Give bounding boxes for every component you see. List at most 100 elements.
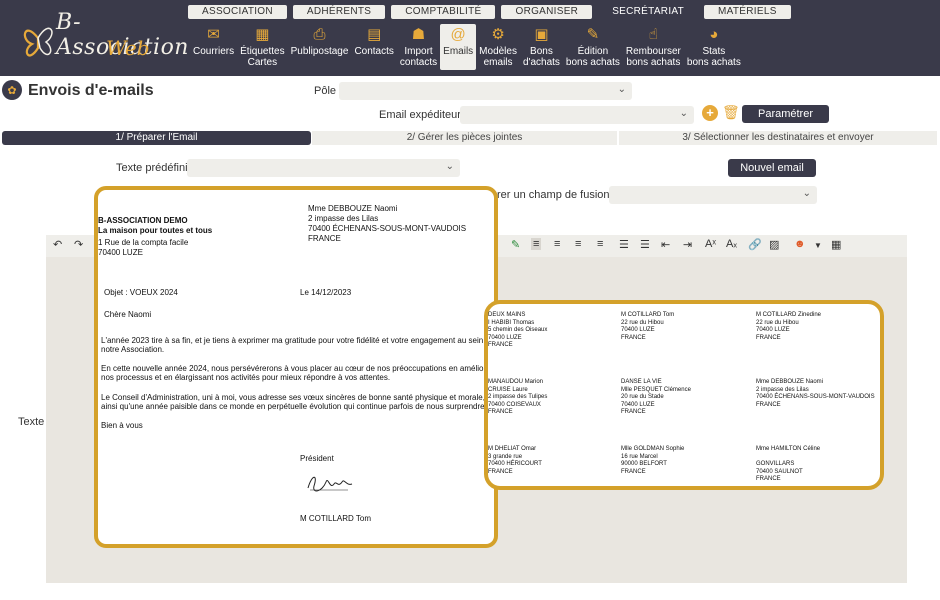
tool-label: d'achats xyxy=(522,57,560,68)
letter-paragraph: nos processus et en élargissant nos acti… xyxy=(101,373,391,382)
tool-label: Édition xyxy=(577,46,609,57)
align-justify-icon[interactable]: ≡ xyxy=(597,238,603,250)
sender-email-select[interactable]: ⌄ xyxy=(460,106,694,124)
sender-tagline: La maison pour toutes et tous xyxy=(98,226,213,235)
recipient-line: FRANCE xyxy=(308,234,341,243)
step-attachments[interactable]: 2/ Gérer les pièces jointes xyxy=(312,131,617,145)
grid-icon: ▦ xyxy=(255,25,270,43)
printer-icon: ⎙ xyxy=(313,25,326,43)
address-label: DANSE LA VIE Mlle PESQUET Clémence 20 ru… xyxy=(621,379,691,416)
tool-publipostage[interactable]: ⎙ Publipostage xyxy=(288,24,352,70)
settings-button[interactable]: Paramétrer xyxy=(742,105,829,123)
trash-icon[interactable]: 🗑 xyxy=(722,104,740,120)
align-center-icon[interactable]: ≡ xyxy=(554,238,560,250)
letter-date: Le 14/12/2023 xyxy=(300,288,352,297)
chevron-down-icon: ⌄ xyxy=(617,84,626,95)
address-label: Mme DEBBOUZE Naomi 2 impasse des Lilas 7… xyxy=(756,379,875,408)
chevron-down-icon: ⌄ xyxy=(679,108,688,119)
sender-name: B-ASSOCIATION DEMO xyxy=(98,216,188,225)
app-logo[interactable]: B-Association Web xyxy=(18,6,188,70)
letter-paragraph: ainsi qu'une année paisible dans ce mond… xyxy=(101,402,487,411)
recipient-line: 70400 ÉCHENANS-SOUS-MONT-VAUDOIS xyxy=(308,224,467,233)
logo-subtitle: Web xyxy=(106,36,150,60)
pie-chart-icon: ◕ xyxy=(709,25,719,43)
tool-bons-achats[interactable]: ▣ Bons d'achats xyxy=(520,24,563,70)
signer-role: Président xyxy=(300,454,334,463)
text-color-icon[interactable]: ✎ xyxy=(511,238,520,251)
tool-import-contacts[interactable]: ☗ Import contacts xyxy=(397,24,440,70)
link-icon[interactable]: 🔗 xyxy=(748,238,762,251)
page-title: Envois d'e-mails xyxy=(28,82,154,99)
align-right-icon[interactable]: ≡ xyxy=(575,238,581,250)
address-label: DEUX MAINS I HABIBI Thomas 5 chemin des … xyxy=(488,312,548,349)
emoji-icon[interactable]: ☻ xyxy=(794,238,806,250)
contact-card-icon: ▤ xyxy=(367,25,382,43)
new-email-button[interactable]: Nouvel email xyxy=(728,159,816,177)
tool-contacts[interactable]: ▤ Contacts xyxy=(351,24,396,70)
address-label: Mlle GOLDMAN Sophie 16 rue Marcel 90000 … xyxy=(621,446,685,475)
sender-city: 70400 LUZE xyxy=(98,248,143,257)
tool-edition-bons-achats[interactable]: ✎ Édition bons achats xyxy=(563,24,623,70)
signature-image xyxy=(307,476,353,492)
text-field-label: Texte xyxy=(18,416,45,428)
predefined-text-label: Texte prédéfini xyxy=(116,162,188,174)
letter-subject: Objet : VOEUX 2024 xyxy=(104,288,178,297)
page-logo-icon: ✿ xyxy=(2,80,22,100)
tool-courriers[interactable]: ✉ Courriers xyxy=(190,24,237,70)
table-icon[interactable]: ▦ xyxy=(831,238,841,251)
letter-preview: Mme DEBBOUZE Naomi 2 impasse des Lilas 7… xyxy=(94,186,498,548)
butterfly-logo-icon xyxy=(23,27,53,57)
tool-rembourser-bons-achats[interactable]: ☝ Rembourser bons achats xyxy=(623,24,684,70)
tab-association[interactable]: ASSOCIATION xyxy=(188,5,287,19)
tool-label: Emails xyxy=(443,46,474,57)
tool-label: contacts xyxy=(399,57,438,68)
tool-label: Publipostage xyxy=(290,46,349,57)
wizard-steps: 1/ Préparer l'Email 2/ Gérer les pièces … xyxy=(0,131,940,145)
bullet-list-icon[interactable]: ☰ xyxy=(640,238,650,251)
add-sender-button[interactable]: + xyxy=(702,105,718,121)
step-prepare-email[interactable]: 1/ Préparer l'Email xyxy=(2,131,311,145)
undo-icon[interactable]: ↶ xyxy=(53,238,62,251)
pole-select[interactable]: ⌄ xyxy=(339,82,632,100)
tool-label: Courriers xyxy=(193,46,235,57)
merge-field-label: rer un champ de fusion xyxy=(497,189,610,201)
tab-materiels[interactable]: MATÉRIELS xyxy=(704,5,791,19)
image-icon[interactable]: ▨ xyxy=(769,238,779,251)
pole-label: Pôle xyxy=(314,85,337,97)
add-user-icon: ☗ xyxy=(411,25,426,43)
step-recipients-send[interactable]: 3/ Sélectionner les destinataires et env… xyxy=(619,131,937,145)
address-label: M COTILLARD Tom 22 rue du Hibou 70400 LU… xyxy=(621,312,675,341)
numbered-list-icon[interactable]: ☰ xyxy=(619,238,629,251)
outdent-icon[interactable]: ⇤ xyxy=(661,238,670,251)
address-label: Mme HAMILTON Céline GONVILLARS 70400 SAU… xyxy=(756,446,821,483)
tool-etiquettes-cartes[interactable]: ▦ Étiquettes Cartes xyxy=(237,24,287,70)
tool-label: Étiquettes xyxy=(240,46,285,57)
section-tabs: ASSOCIATION ADHÉRENTS COMPTABILITÉ ORGAN… xyxy=(188,5,791,19)
chevron-down-icon[interactable]: ▼ xyxy=(814,241,822,250)
indent-icon[interactable]: ⇥ xyxy=(683,238,692,251)
redo-icon[interactable]: ↷ xyxy=(74,238,83,251)
signer-name: M COTILLARD Tom xyxy=(300,514,371,523)
tool-stats-bons-achats[interactable]: ◕ Stats bons achats xyxy=(684,24,744,70)
secretariat-toolbar: ✉ Courriers ▦ Étiquettes Cartes ⎙ Publip… xyxy=(190,24,744,70)
tool-label: Bons xyxy=(530,46,553,57)
tool-label: Contacts xyxy=(354,46,394,57)
predefined-text-select[interactable]: ⌄ xyxy=(187,159,460,177)
subscript-icon[interactable]: Aₓ xyxy=(726,238,737,250)
chevron-down-icon: ⌄ xyxy=(802,188,811,199)
chevron-down-icon: ⌄ xyxy=(445,161,454,172)
voucher-icon: ▣ xyxy=(534,25,549,43)
tool-emails[interactable]: @ Emails xyxy=(440,24,477,70)
tab-organiser[interactable]: ORGANISER xyxy=(501,5,593,19)
recipient-line: Mme DEBBOUZE Naomi xyxy=(308,204,398,213)
merge-field-select[interactable]: ⌄ xyxy=(609,186,817,204)
letter-closing: Bien à vous xyxy=(101,421,143,430)
sender-address: 1 Rue de la compta facile xyxy=(98,238,189,247)
tab-secretariat[interactable]: SECRÉTARIAT xyxy=(598,5,699,19)
tab-adherents[interactable]: ADHÉRENTS xyxy=(292,5,386,19)
align-left-icon[interactable]: ≡ xyxy=(531,238,542,250)
tool-label: bons achats xyxy=(686,57,741,68)
tab-comptabilite[interactable]: COMPTABILITÉ xyxy=(391,5,496,19)
superscript-icon[interactable]: Aˣ xyxy=(705,238,716,250)
tool-modeles-emails[interactable]: ⚙ Modèles emails xyxy=(476,24,520,70)
